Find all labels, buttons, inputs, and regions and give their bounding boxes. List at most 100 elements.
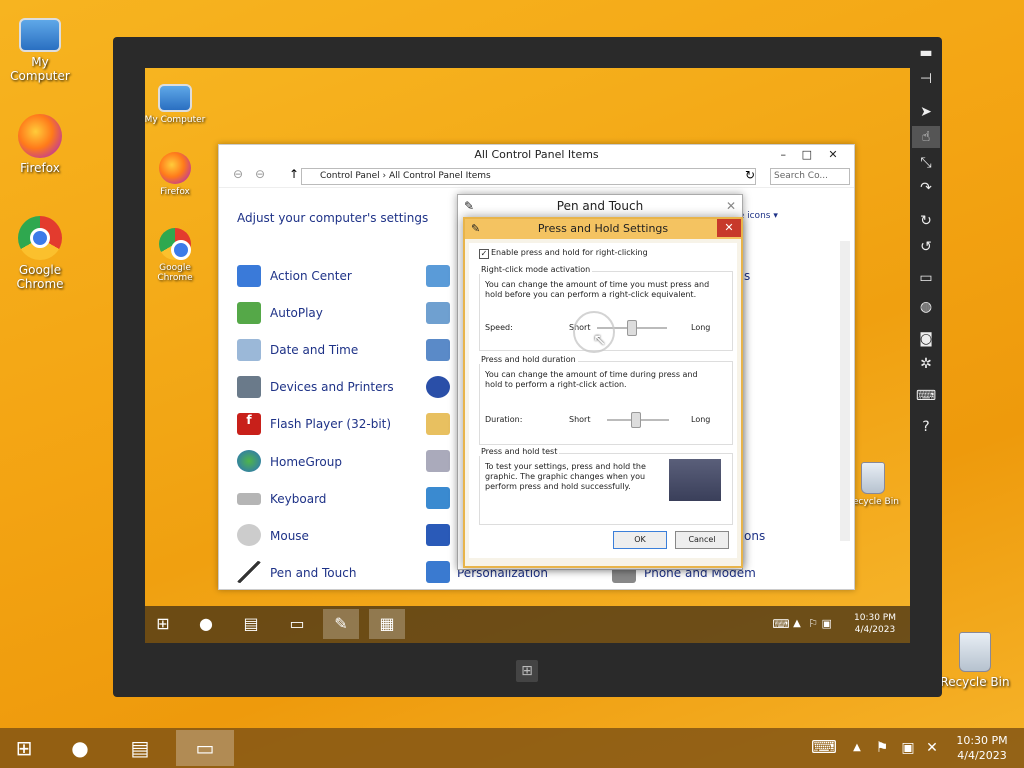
desktop-icon-firefox[interactable]: Firefox xyxy=(0,114,80,175)
gear-icon[interactable]: ✲ xyxy=(912,353,940,375)
start-icon[interactable]: ⊞ xyxy=(145,609,181,639)
recycle-bin-icon xyxy=(959,632,991,672)
network-icon[interactable]: ▣ xyxy=(896,730,920,766)
long-label: Long xyxy=(691,323,711,332)
close-button[interactable]: ✕ xyxy=(726,195,736,217)
file-explorer-icon[interactable]: ▤ xyxy=(118,730,162,766)
group-text: To test your settings, press and hold th… xyxy=(485,462,646,491)
desktop-icon-label: My Computer xyxy=(10,55,70,83)
cp-item-homegroup[interactable]: HomeGroup xyxy=(270,455,342,469)
clock-date: 4/4/2023 xyxy=(957,749,1007,762)
forward-button[interactable]: ⊖ xyxy=(255,167,265,181)
volume-muted-icon[interactable]: ✕ xyxy=(920,730,944,766)
mouse-icon xyxy=(237,524,261,546)
clock-date: 4/4/2023 xyxy=(854,625,896,635)
taskbar-clock[interactable]: 10:30 PM 4/4/2023 xyxy=(948,733,1016,763)
up-button[interactable]: ↑ xyxy=(289,167,299,181)
desktop-icon-label: Recycle Bin xyxy=(940,675,1010,689)
tablet-taskbar: ⊞ ● ▤ ▭ ✎ ▦ ⌨ ▲ ⚐ ▣ 10:30 PM 4/4/2023 xyxy=(145,606,910,643)
tablet-icon-firefox[interactable]: Firefox xyxy=(145,152,215,197)
monitor-icon[interactable]: ▭ xyxy=(279,609,315,639)
cursor-pointer-icon: ↖ xyxy=(593,330,607,349)
keyboard-icon[interactable]: ⌨ xyxy=(806,730,842,766)
cp-item-keyboard[interactable]: Keyboard xyxy=(270,492,326,506)
short-label: Short xyxy=(569,415,591,424)
desktop-icon-my-computer[interactable]: My Computer xyxy=(0,12,80,83)
cp-item-flash-player[interactable]: Flash Player (32-bit) xyxy=(270,417,391,431)
keyboard-icon[interactable]: ⌨ xyxy=(912,385,940,407)
search-input[interactable]: Search Co... xyxy=(770,168,850,185)
windows-home-button[interactable]: ⊞ xyxy=(516,660,538,682)
recycle-bin-icon xyxy=(861,462,885,494)
test-graphic[interactable] xyxy=(669,459,721,501)
pointer-icon[interactable]: ➤ xyxy=(912,101,940,123)
monitor-icon[interactable]: ▭ xyxy=(912,267,940,289)
tray-arrow-icon[interactable]: ▲ xyxy=(789,609,805,639)
start-icon[interactable]: ⊞ xyxy=(2,730,46,766)
cp-item-partial[interactable]: ons xyxy=(744,529,765,543)
cp-item-mouse[interactable]: Mouse xyxy=(270,529,309,543)
dialog-title: Pen and Touch xyxy=(556,199,644,213)
maximize-button[interactable]: □ xyxy=(802,145,812,165)
pin-icon[interactable]: ⊣ xyxy=(912,68,940,90)
dialog-body: ✓ Enable press and hold for right-clicki… xyxy=(469,243,737,558)
control-panel-taskbar-icon[interactable]: ▦ xyxy=(369,609,405,639)
computer-icon xyxy=(19,18,61,52)
pen-touch-taskbar-icon[interactable]: ✎ xyxy=(323,609,359,639)
cp-item-partial[interactable]: s xyxy=(744,269,750,283)
hand-icon[interactable]: ☝ xyxy=(912,126,940,148)
desktop-icon-recycle-bin[interactable]: Recycle Bin xyxy=(935,632,1015,689)
autoplay-icon xyxy=(237,302,261,324)
tray-icons[interactable]: ⚐ ▣ xyxy=(805,609,835,639)
page-heading: Adjust your computer's settings xyxy=(237,211,429,225)
close-button[interactable]: ✕ xyxy=(717,219,741,237)
cp-item-date-time[interactable]: Date and Time xyxy=(270,343,358,357)
refresh-icon[interactable]: ↻ xyxy=(745,168,755,182)
enable-checkbox[interactable]: ✓ xyxy=(479,249,489,259)
chrome-icon xyxy=(159,228,191,260)
tray-arrow-icon[interactable]: ▲ xyxy=(848,730,866,766)
date-time-icon xyxy=(237,339,261,361)
file-explorer-icon[interactable]: ▤ xyxy=(233,609,269,639)
group-title: Press and hold test xyxy=(479,447,560,456)
tablet-icon-my-computer[interactable]: My Computer xyxy=(145,78,215,125)
tablet-icon-google-chrome[interactable]: Google Chrome xyxy=(145,228,215,283)
address-input[interactable]: Control Panel › All Control Panel Items xyxy=(301,168,756,185)
pinch-icon[interactable]: ⤡ xyxy=(912,152,940,174)
breadcrumb-all-items[interactable]: All Control Panel Items xyxy=(389,171,491,181)
rotate-ccw-icon[interactable]: ↺ xyxy=(912,236,940,258)
camera-icon[interactable]: ◙ xyxy=(912,328,940,350)
chrome-icon[interactable]: ● xyxy=(188,609,224,639)
dialog-title: Press and Hold Settings xyxy=(537,222,669,235)
scrollbar[interactable] xyxy=(840,241,850,541)
flag-icon[interactable]: ⚑ xyxy=(870,730,894,766)
cancel-button[interactable]: Cancel xyxy=(675,531,729,549)
minimize-icon[interactable]: ▬ xyxy=(912,42,940,64)
rotate-gesture-icon[interactable]: ↷ xyxy=(912,177,940,199)
address-bar: ⊖ ⊖ ↑ Control Panel › All Control Panel … xyxy=(219,165,854,188)
close-button[interactable]: ✕ xyxy=(818,145,848,165)
minimize-button[interactable]: – xyxy=(781,145,787,165)
item-icon xyxy=(426,302,450,324)
ok-button[interactable]: OK xyxy=(613,531,667,549)
cp-item-action-center[interactable]: Action Center xyxy=(270,269,352,283)
dialog-titlebar: ✎ Pen and Touch ✕ xyxy=(458,195,742,217)
item-icon xyxy=(426,265,450,287)
desktop-icon-label: Google Chrome xyxy=(157,263,193,283)
cp-item-pen-touch[interactable]: Pen and Touch xyxy=(270,566,356,580)
rotate-cw-icon[interactable]: ↻ xyxy=(912,210,940,232)
desktop-icon-google-chrome[interactable]: Google Chrome xyxy=(0,216,80,291)
remote-session-taskbar-icon[interactable]: ▭ xyxy=(176,730,234,766)
firefox-icon xyxy=(159,152,191,184)
help-icon[interactable]: ? xyxy=(912,416,940,438)
globe-icon[interactable]: ◍ xyxy=(912,296,940,318)
chrome-icon[interactable]: ● xyxy=(58,730,102,766)
cp-item-devices-printers[interactable]: Devices and Printers xyxy=(270,380,394,394)
cp-item-autoplay[interactable]: AutoPlay xyxy=(270,306,323,320)
breadcrumb-control-panel[interactable]: Control Panel xyxy=(320,171,380,181)
back-button[interactable]: ⊖ xyxy=(233,167,243,181)
speed-slider-thumb[interactable] xyxy=(627,320,637,336)
tablet-sidebar: ▬ ⊣ ➤ ☝ ⤡ ↷ ↻ ↺ ▭ ◍ ◙ ✲ ⌨ ? xyxy=(912,40,940,440)
tray-clock[interactable]: 10:30 PM 4/4/2023 xyxy=(845,612,905,636)
duration-slider-thumb[interactable] xyxy=(631,412,641,428)
